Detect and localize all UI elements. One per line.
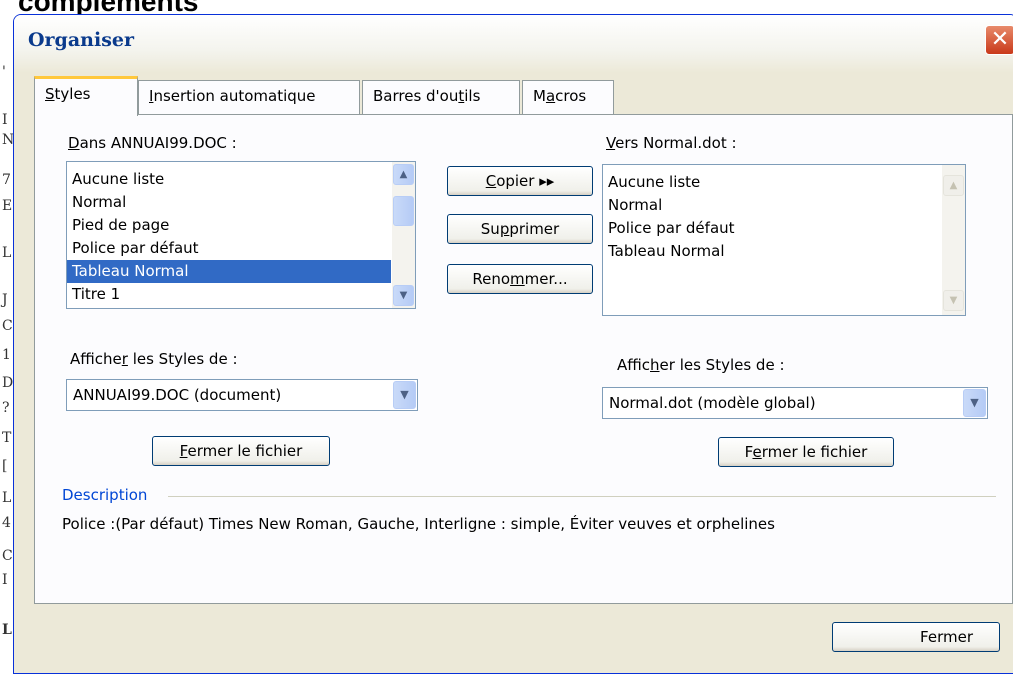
close-icon[interactable]: ✕ bbox=[985, 25, 1013, 55]
tab-macros[interactable]: Macros bbox=[522, 80, 614, 114]
scroll-up-icon[interactable]: ▲ bbox=[943, 175, 964, 196]
list-item[interactable]: Aucune liste bbox=[67, 168, 391, 191]
tab-insertion-automatique[interactable]: Insertion automatique bbox=[138, 80, 360, 114]
copy-button[interactable]: Copier ▸▸ bbox=[447, 166, 593, 196]
scroll-down-icon[interactable]: ▼ bbox=[393, 285, 414, 306]
tab-label: Barres d'outils bbox=[373, 87, 481, 105]
scroll-thumb[interactable] bbox=[393, 196, 414, 226]
tab-barres-outils[interactable]: Barres d'outils bbox=[362, 80, 520, 114]
bg-char: 4 bbox=[2, 515, 11, 531]
source-list-scrollbar[interactable]: ▲ ▼ bbox=[392, 162, 415, 308]
list-item[interactable]: Police par défaut bbox=[67, 237, 391, 260]
source-file-select[interactable]: ANNUAI99.DOC (document) ▼ bbox=[66, 379, 418, 411]
tab-label: Macros bbox=[533, 87, 587, 105]
bg-char: ' bbox=[2, 64, 6, 80]
target-file-select[interactable]: Normal.dot (modèle global) ▼ bbox=[602, 387, 988, 419]
dialog-title: Organiser bbox=[28, 29, 134, 51]
tab-styles[interactable]: Styles bbox=[34, 76, 138, 116]
close-button[interactable]: Fermer bbox=[832, 622, 1000, 652]
list-item[interactable]: Normal bbox=[603, 194, 941, 217]
description-divider bbox=[168, 496, 996, 497]
chevron-down-icon[interactable]: ▼ bbox=[963, 389, 986, 417]
bg-char: L bbox=[2, 490, 12, 506]
bg-char: C bbox=[2, 318, 13, 334]
target-close-file-button[interactable]: Fermer le fichier bbox=[718, 437, 894, 467]
bg-char: I bbox=[2, 572, 8, 588]
rename-button[interactable]: Renommer... bbox=[447, 264, 593, 294]
description-legend: Description bbox=[62, 486, 148, 504]
list-item[interactable]: Normal bbox=[67, 191, 391, 214]
list-item[interactable]: Aucune liste bbox=[603, 171, 941, 194]
bg-char: J bbox=[2, 292, 8, 308]
list-item[interactable]: Police par défaut bbox=[603, 217, 941, 240]
bg-char: 7 bbox=[2, 172, 11, 188]
bg-char: L bbox=[2, 622, 12, 638]
bg-char: E bbox=[2, 198, 13, 214]
target-show-styles-label: Afficher les Styles de : bbox=[617, 356, 785, 374]
scroll-down-icon[interactable]: ▼ bbox=[943, 290, 964, 311]
source-file-value: ANNUAI99.DOC (document) bbox=[73, 386, 282, 404]
bg-char: C bbox=[2, 548, 13, 564]
list-item[interactable]: Pied de page bbox=[67, 214, 391, 237]
list-item[interactable]: Titre 1 bbox=[67, 283, 391, 306]
source-styles-list[interactable]: Aucune liste Normal Pied de page Police … bbox=[66, 161, 416, 309]
source-close-file-button[interactable]: Fermer le fichier bbox=[152, 436, 330, 466]
bg-char: D bbox=[2, 375, 14, 391]
bg-char: L bbox=[2, 245, 12, 261]
tab-label: Insertion automatique bbox=[149, 87, 316, 105]
target-file-value: Normal.dot (modèle global) bbox=[609, 394, 816, 412]
bg-char: [ bbox=[2, 458, 8, 474]
target-styles-list[interactable]: Aucune liste Normal Police par défaut Ta… bbox=[602, 164, 966, 316]
source-show-styles-label: Afficher les Styles de : bbox=[70, 350, 238, 368]
target-list-scrollbar[interactable]: ▲ ▼ bbox=[942, 165, 965, 315]
background-document: ' I N 7 E L J C 1 D ? T [ L 4 C I L bbox=[0, 0, 14, 668]
bg-char: T bbox=[2, 430, 12, 446]
delete-button[interactable]: Supprimer bbox=[447, 214, 593, 244]
title-bar[interactable]: Organiser ✕ bbox=[14, 15, 1013, 73]
style-description-text: Police :(Par défaut) Times New Roman, Ga… bbox=[62, 515, 775, 533]
bg-char: I bbox=[2, 112, 8, 128]
source-document-label: Dans ANNUAI99.DOC : bbox=[68, 134, 237, 152]
list-item[interactable]: Tableau Normal bbox=[603, 240, 941, 263]
target-document-label: Vers Normal.dot : bbox=[606, 134, 737, 152]
bg-char: 1 bbox=[2, 347, 11, 363]
bg-char: ? bbox=[2, 400, 10, 416]
tab-label: Styles bbox=[45, 85, 91, 103]
chevron-down-icon[interactable]: ▼ bbox=[393, 381, 416, 409]
scroll-up-icon[interactable]: ▲ bbox=[393, 164, 414, 185]
list-item-selected[interactable]: Tableau Normal bbox=[67, 260, 391, 283]
